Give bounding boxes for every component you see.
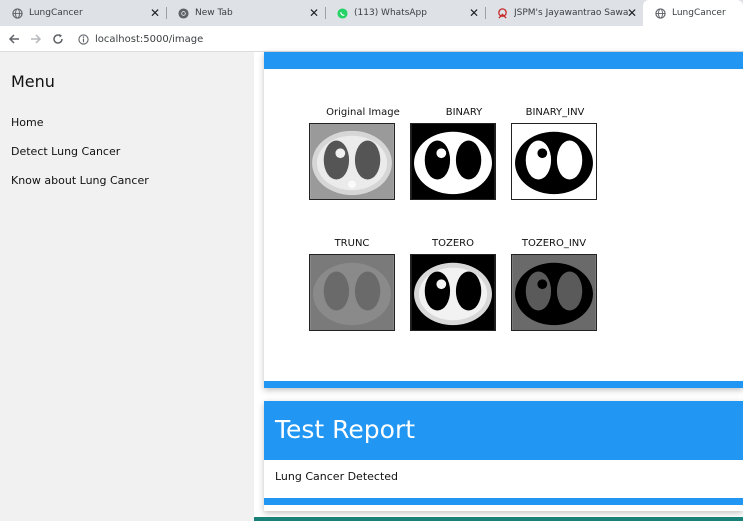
tozero-inv-image bbox=[511, 254, 597, 331]
main-content: Original Image BINARY BINARY_INV TRUNC T… bbox=[254, 52, 743, 521]
image-label: BINARY bbox=[445, 107, 483, 118]
card-footer-bar bbox=[264, 498, 743, 505]
image-label: Original Image bbox=[326, 107, 400, 118]
binary-image bbox=[410, 123, 496, 200]
arrow-right-icon bbox=[31, 34, 42, 44]
footer-strip bbox=[254, 517, 743, 521]
close-tab-icon[interactable]: ✕ bbox=[469, 6, 479, 20]
tozero-image bbox=[410, 254, 496, 331]
report-result: Lung Cancer Detected bbox=[275, 470, 399, 483]
browser-tab-1[interactable]: LungCancer ✕ bbox=[0, 0, 166, 26]
browser-tab-5[interactable]: LungCancer bbox=[643, 0, 743, 26]
sidebar-link-detect[interactable]: Detect Lung Cancer bbox=[11, 145, 120, 158]
sidebar: Menu Home Detect Lung Cancer Know about … bbox=[0, 52, 254, 521]
sidebar-link-home[interactable]: Home bbox=[11, 116, 43, 129]
tab-title: New Tab bbox=[195, 8, 233, 18]
tab-strip: LungCancer ✕ New Tab ✕ (113) WhatsApp ✕ … bbox=[0, 0, 743, 26]
reload-button[interactable] bbox=[49, 30, 67, 48]
tab-title: LungCancer bbox=[672, 8, 726, 18]
original-ct-image bbox=[309, 123, 395, 200]
close-tab-icon[interactable]: ✕ bbox=[309, 6, 319, 20]
forward-button[interactable] bbox=[27, 30, 45, 48]
trunc-image bbox=[309, 254, 395, 331]
image-label: TOZERO bbox=[432, 238, 474, 249]
chrome-icon bbox=[178, 7, 189, 19]
threshold-images-card: Original Image BINARY BINARY_INV TRUNC T… bbox=[264, 52, 743, 388]
image-label: BINARY_INV bbox=[525, 107, 585, 118]
report-header: Test Report bbox=[264, 401, 743, 460]
page: Menu Home Detect Lung Cancer Know about … bbox=[0, 52, 743, 521]
binary-inv-image bbox=[511, 123, 597, 200]
browser-toolbar: localhost:5000/image bbox=[0, 26, 743, 52]
browser-tab-2[interactable]: New Tab ✕ bbox=[166, 0, 325, 26]
report-title: Test Report bbox=[275, 415, 416, 444]
browser-tab-3[interactable]: (113) WhatsApp ✕ bbox=[325, 0, 485, 26]
reload-icon bbox=[53, 34, 63, 44]
close-tab-icon[interactable]: ✕ bbox=[150, 6, 160, 20]
arrow-left-icon bbox=[8, 34, 19, 44]
tab-title: LungCancer bbox=[29, 8, 83, 18]
card-header-bar bbox=[264, 52, 743, 69]
sidebar-link-know[interactable]: Know about Lung Cancer bbox=[11, 174, 149, 187]
test-report-card: Test Report Lung Cancer Detected bbox=[264, 401, 743, 511]
college-icon bbox=[497, 7, 508, 19]
close-tab-icon[interactable]: ✕ bbox=[627, 6, 637, 20]
whatsapp-icon bbox=[337, 7, 348, 19]
image-label: TOZERO_INV bbox=[521, 238, 587, 249]
globe-icon bbox=[12, 7, 23, 19]
sidebar-heading: Menu bbox=[11, 72, 55, 91]
tab-title: (113) WhatsApp bbox=[354, 8, 427, 18]
image-label: TRUNC bbox=[334, 238, 370, 249]
info-icon[interactable] bbox=[78, 33, 89, 45]
card-footer-bar bbox=[264, 381, 743, 388]
globe-icon bbox=[655, 7, 666, 19]
url-text: localhost:5000/image bbox=[95, 33, 204, 45]
tab-title: JSPM's Jayawantrao Sawant Colle bbox=[514, 8, 629, 18]
address-bar[interactable]: localhost:5000/image bbox=[72, 29, 743, 49]
back-button[interactable] bbox=[5, 30, 23, 48]
browser-tab-4[interactable]: JSPM's Jayawantrao Sawant Colle ✕ bbox=[485, 0, 643, 26]
